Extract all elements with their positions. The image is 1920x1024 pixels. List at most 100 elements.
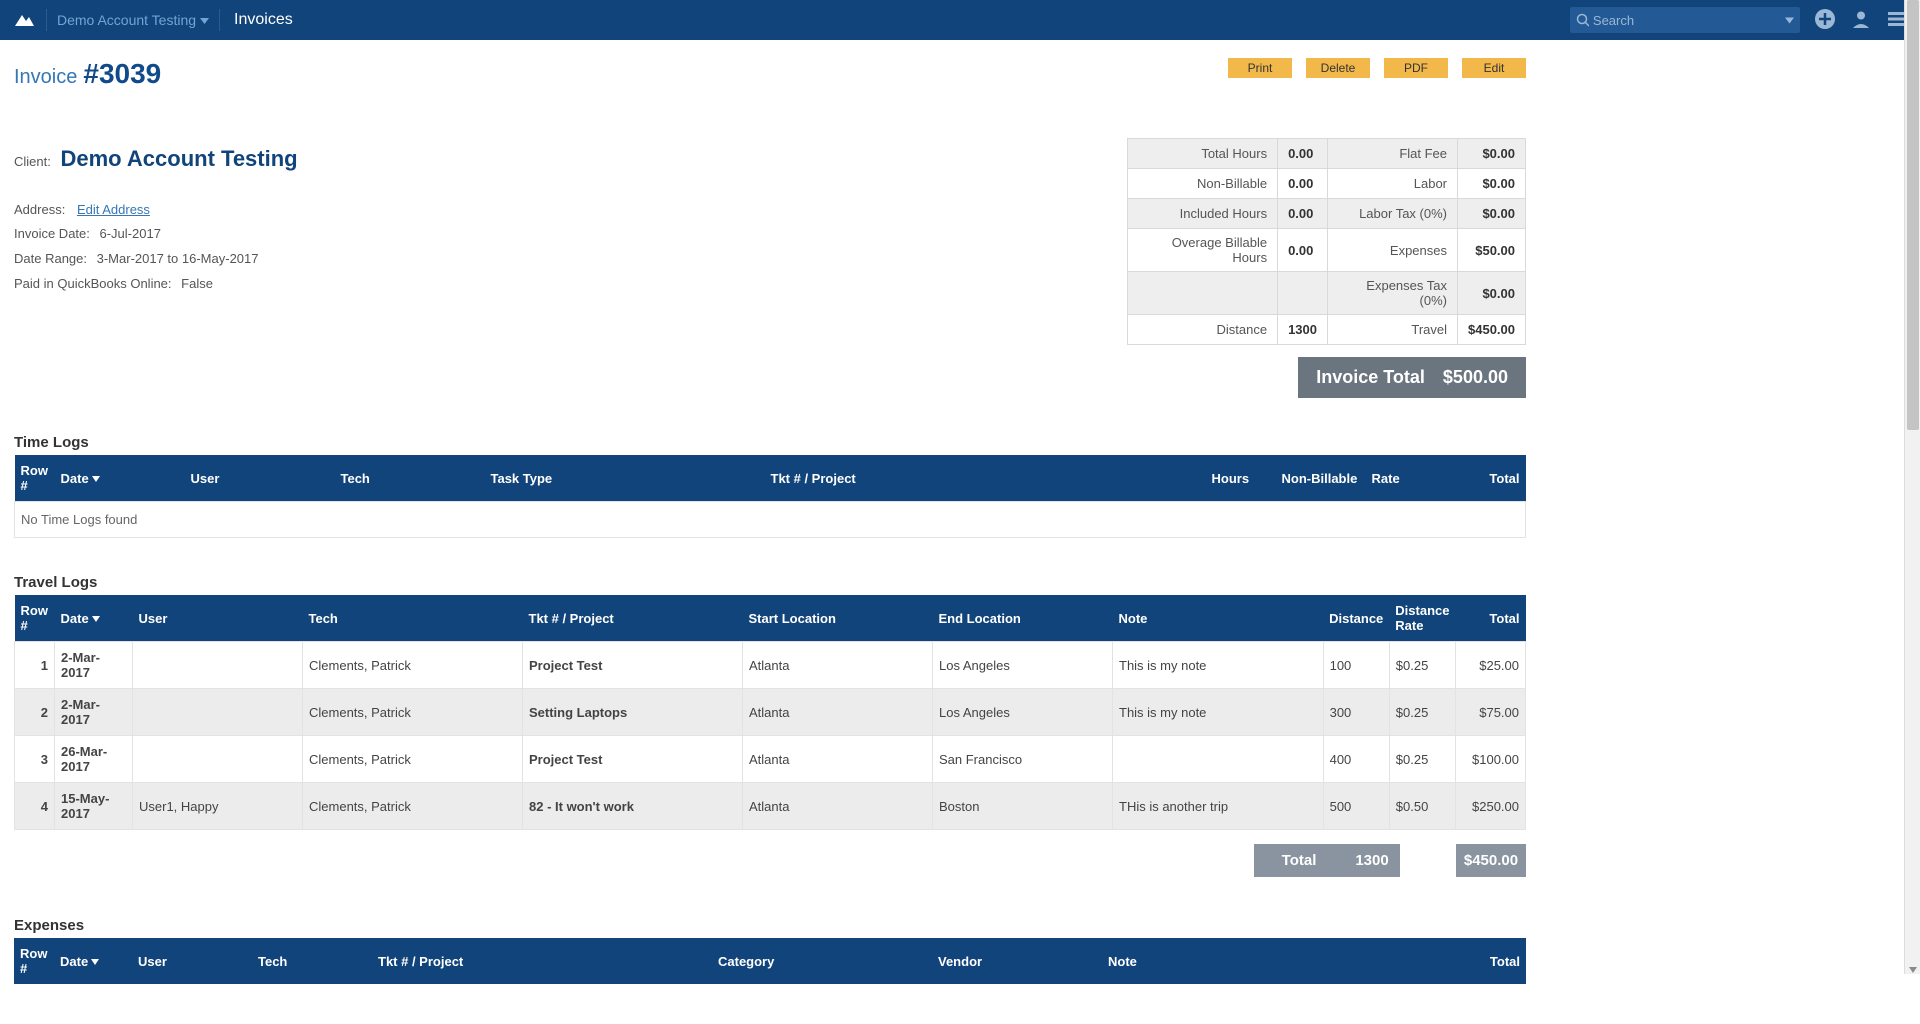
account-name: Demo Account Testing: [57, 12, 196, 28]
summary-table: Total Hours0.00Flat Fee$0.00Non-Billable…: [1127, 138, 1526, 345]
col-end[interactable]: End Location: [933, 595, 1113, 642]
user-icon[interactable]: [1850, 8, 1872, 33]
scrollbar-thumb[interactable]: [1907, 0, 1919, 430]
summary-value: $50.00: [1458, 229, 1526, 272]
col-row[interactable]: Row #: [15, 455, 55, 502]
summary-label: Expenses Tax (0%): [1328, 272, 1458, 315]
col-nonbill[interactable]: Non-Billable: [1276, 455, 1366, 502]
summary-row: Expenses Tax (0%)$0.00: [1128, 272, 1526, 315]
col-distrate[interactable]: Distance Rate: [1389, 595, 1455, 642]
delete-button[interactable]: Delete: [1306, 58, 1370, 78]
print-button[interactable]: Print: [1228, 58, 1292, 78]
col-project[interactable]: Tkt # / Project: [765, 455, 1206, 502]
account-dropdown[interactable]: Demo Account Testing: [57, 12, 209, 28]
col-user[interactable]: User: [133, 595, 303, 642]
chevron-down-icon: [200, 16, 209, 25]
col-row[interactable]: Row #: [15, 595, 55, 642]
col-note[interactable]: Note: [1113, 595, 1324, 642]
cell-tech: Clements, Patrick: [303, 783, 523, 830]
scroll-down-icon[interactable]: [1909, 962, 1917, 970]
cell-start: Atlanta: [743, 642, 933, 689]
col-user[interactable]: User: [185, 455, 335, 502]
col-distance[interactable]: Distance: [1323, 595, 1389, 642]
cell-row: 2: [15, 689, 55, 736]
edit-button[interactable]: Edit: [1462, 58, 1526, 78]
col-total[interactable]: Total: [1426, 455, 1526, 502]
search-box[interactable]: [1570, 7, 1800, 33]
cell-user: [133, 689, 303, 736]
cell-end: San Francisco: [933, 736, 1113, 783]
summary-row: Overage Billable Hours0.00Expenses$50.00: [1128, 229, 1526, 272]
sort-desc-icon: [92, 471, 100, 486]
col-user[interactable]: User: [132, 938, 252, 984]
cell-project: 82 - It won't work: [523, 783, 743, 830]
cell-date: 2-Mar-2017: [55, 689, 133, 736]
col-start[interactable]: Start Location: [743, 595, 933, 642]
summary-value: $0.00: [1458, 169, 1526, 199]
search-icon: [1576, 13, 1589, 27]
col-date[interactable]: Date: [55, 455, 185, 502]
date-range-label: Date Range:: [14, 251, 87, 266]
cell-end: Boston: [933, 783, 1113, 830]
cell-rate: $0.50: [1389, 783, 1455, 830]
cell-date: 26-Mar-2017: [55, 736, 133, 783]
col-project[interactable]: Tkt # / Project: [523, 595, 743, 642]
sort-desc-icon: [91, 954, 99, 969]
col-total[interactable]: Total: [1456, 938, 1526, 984]
time-logs-title: Time Logs: [14, 434, 1526, 451]
expenses-table: Row # Date User Tech Tkt # / Project Cat…: [14, 938, 1526, 984]
summary-row: Included Hours0.00Labor Tax (0%)$0.00: [1128, 199, 1526, 229]
cell-start: Atlanta: [743, 736, 933, 783]
col-rate[interactable]: Rate: [1366, 455, 1426, 502]
summary-label: Travel: [1328, 315, 1458, 345]
summary-row: Non-Billable0.00Labor$0.00: [1128, 169, 1526, 199]
invoice-total-label: Invoice Total: [1316, 367, 1425, 388]
invoice-total-value: $500.00: [1443, 367, 1508, 388]
cell-total: $25.00: [1456, 642, 1526, 689]
table-row[interactable]: 415-May-2017User1, HappyClements, Patric…: [15, 783, 1526, 830]
table-row[interactable]: 22-Mar-2017Clements, PatrickSetting Lapt…: [15, 689, 1526, 736]
summary-value: $0.00: [1458, 199, 1526, 229]
logo-icon[interactable]: [12, 11, 36, 29]
table-row[interactable]: 326-Mar-2017Clements, PatrickProject Tes…: [15, 736, 1526, 783]
travel-total-amount: $450.00: [1456, 844, 1526, 877]
search-input[interactable]: [1593, 13, 1794, 28]
col-total[interactable]: Total: [1456, 595, 1526, 642]
col-category[interactable]: Category: [712, 938, 932, 984]
add-icon[interactable]: [1814, 8, 1836, 33]
col-vendor[interactable]: Vendor: [932, 938, 1102, 984]
qbo-value: False: [181, 276, 213, 291]
cell-row: 1: [15, 642, 55, 689]
summary-label: Flat Fee: [1328, 139, 1458, 169]
col-tech[interactable]: Tech: [252, 938, 372, 984]
col-date[interactable]: Date: [54, 938, 132, 984]
travel-total-label: Total: [1254, 844, 1344, 877]
search-dropdown-icon[interactable]: [1785, 13, 1794, 28]
col-hours[interactable]: Hours: [1206, 455, 1276, 502]
summary-label: Non-Billable: [1128, 169, 1278, 199]
invoice-date-label: Invoice Date:: [14, 226, 90, 241]
edit-address-link[interactable]: Edit Address: [77, 202, 150, 217]
col-date[interactable]: Date: [55, 595, 133, 642]
breadcrumb[interactable]: Invoices: [234, 11, 293, 29]
col-tasktype[interactable]: Task Type: [485, 455, 765, 502]
date-range: 3-Mar-2017 to 16-May-2017: [97, 251, 259, 266]
cell-start: Atlanta: [743, 783, 933, 830]
col-project[interactable]: Tkt # / Project: [372, 938, 712, 984]
col-row[interactable]: Row #: [14, 938, 54, 984]
col-tech[interactable]: Tech: [335, 455, 485, 502]
pdf-button[interactable]: PDF: [1384, 58, 1448, 78]
summary-row: Distance1300Travel$450.00: [1128, 315, 1526, 345]
cell-rate: $0.25: [1389, 642, 1455, 689]
travel-total-spacer: [1400, 844, 1456, 877]
travel-logs-table: Row # Date User Tech Tkt # / Project Sta…: [14, 595, 1526, 830]
vertical-scrollbar[interactable]: [1904, 0, 1920, 974]
cell-total: $75.00: [1456, 689, 1526, 736]
cell-tech: Clements, Patrick: [303, 642, 523, 689]
cell-distance: 100: [1323, 642, 1389, 689]
summary-label: Labor Tax (0%): [1328, 199, 1458, 229]
col-note[interactable]: Note: [1102, 938, 1456, 984]
title-number: #3039: [83, 58, 161, 89]
table-row[interactable]: 12-Mar-2017Clements, PatrickProject Test…: [15, 642, 1526, 689]
col-tech[interactable]: Tech: [303, 595, 523, 642]
